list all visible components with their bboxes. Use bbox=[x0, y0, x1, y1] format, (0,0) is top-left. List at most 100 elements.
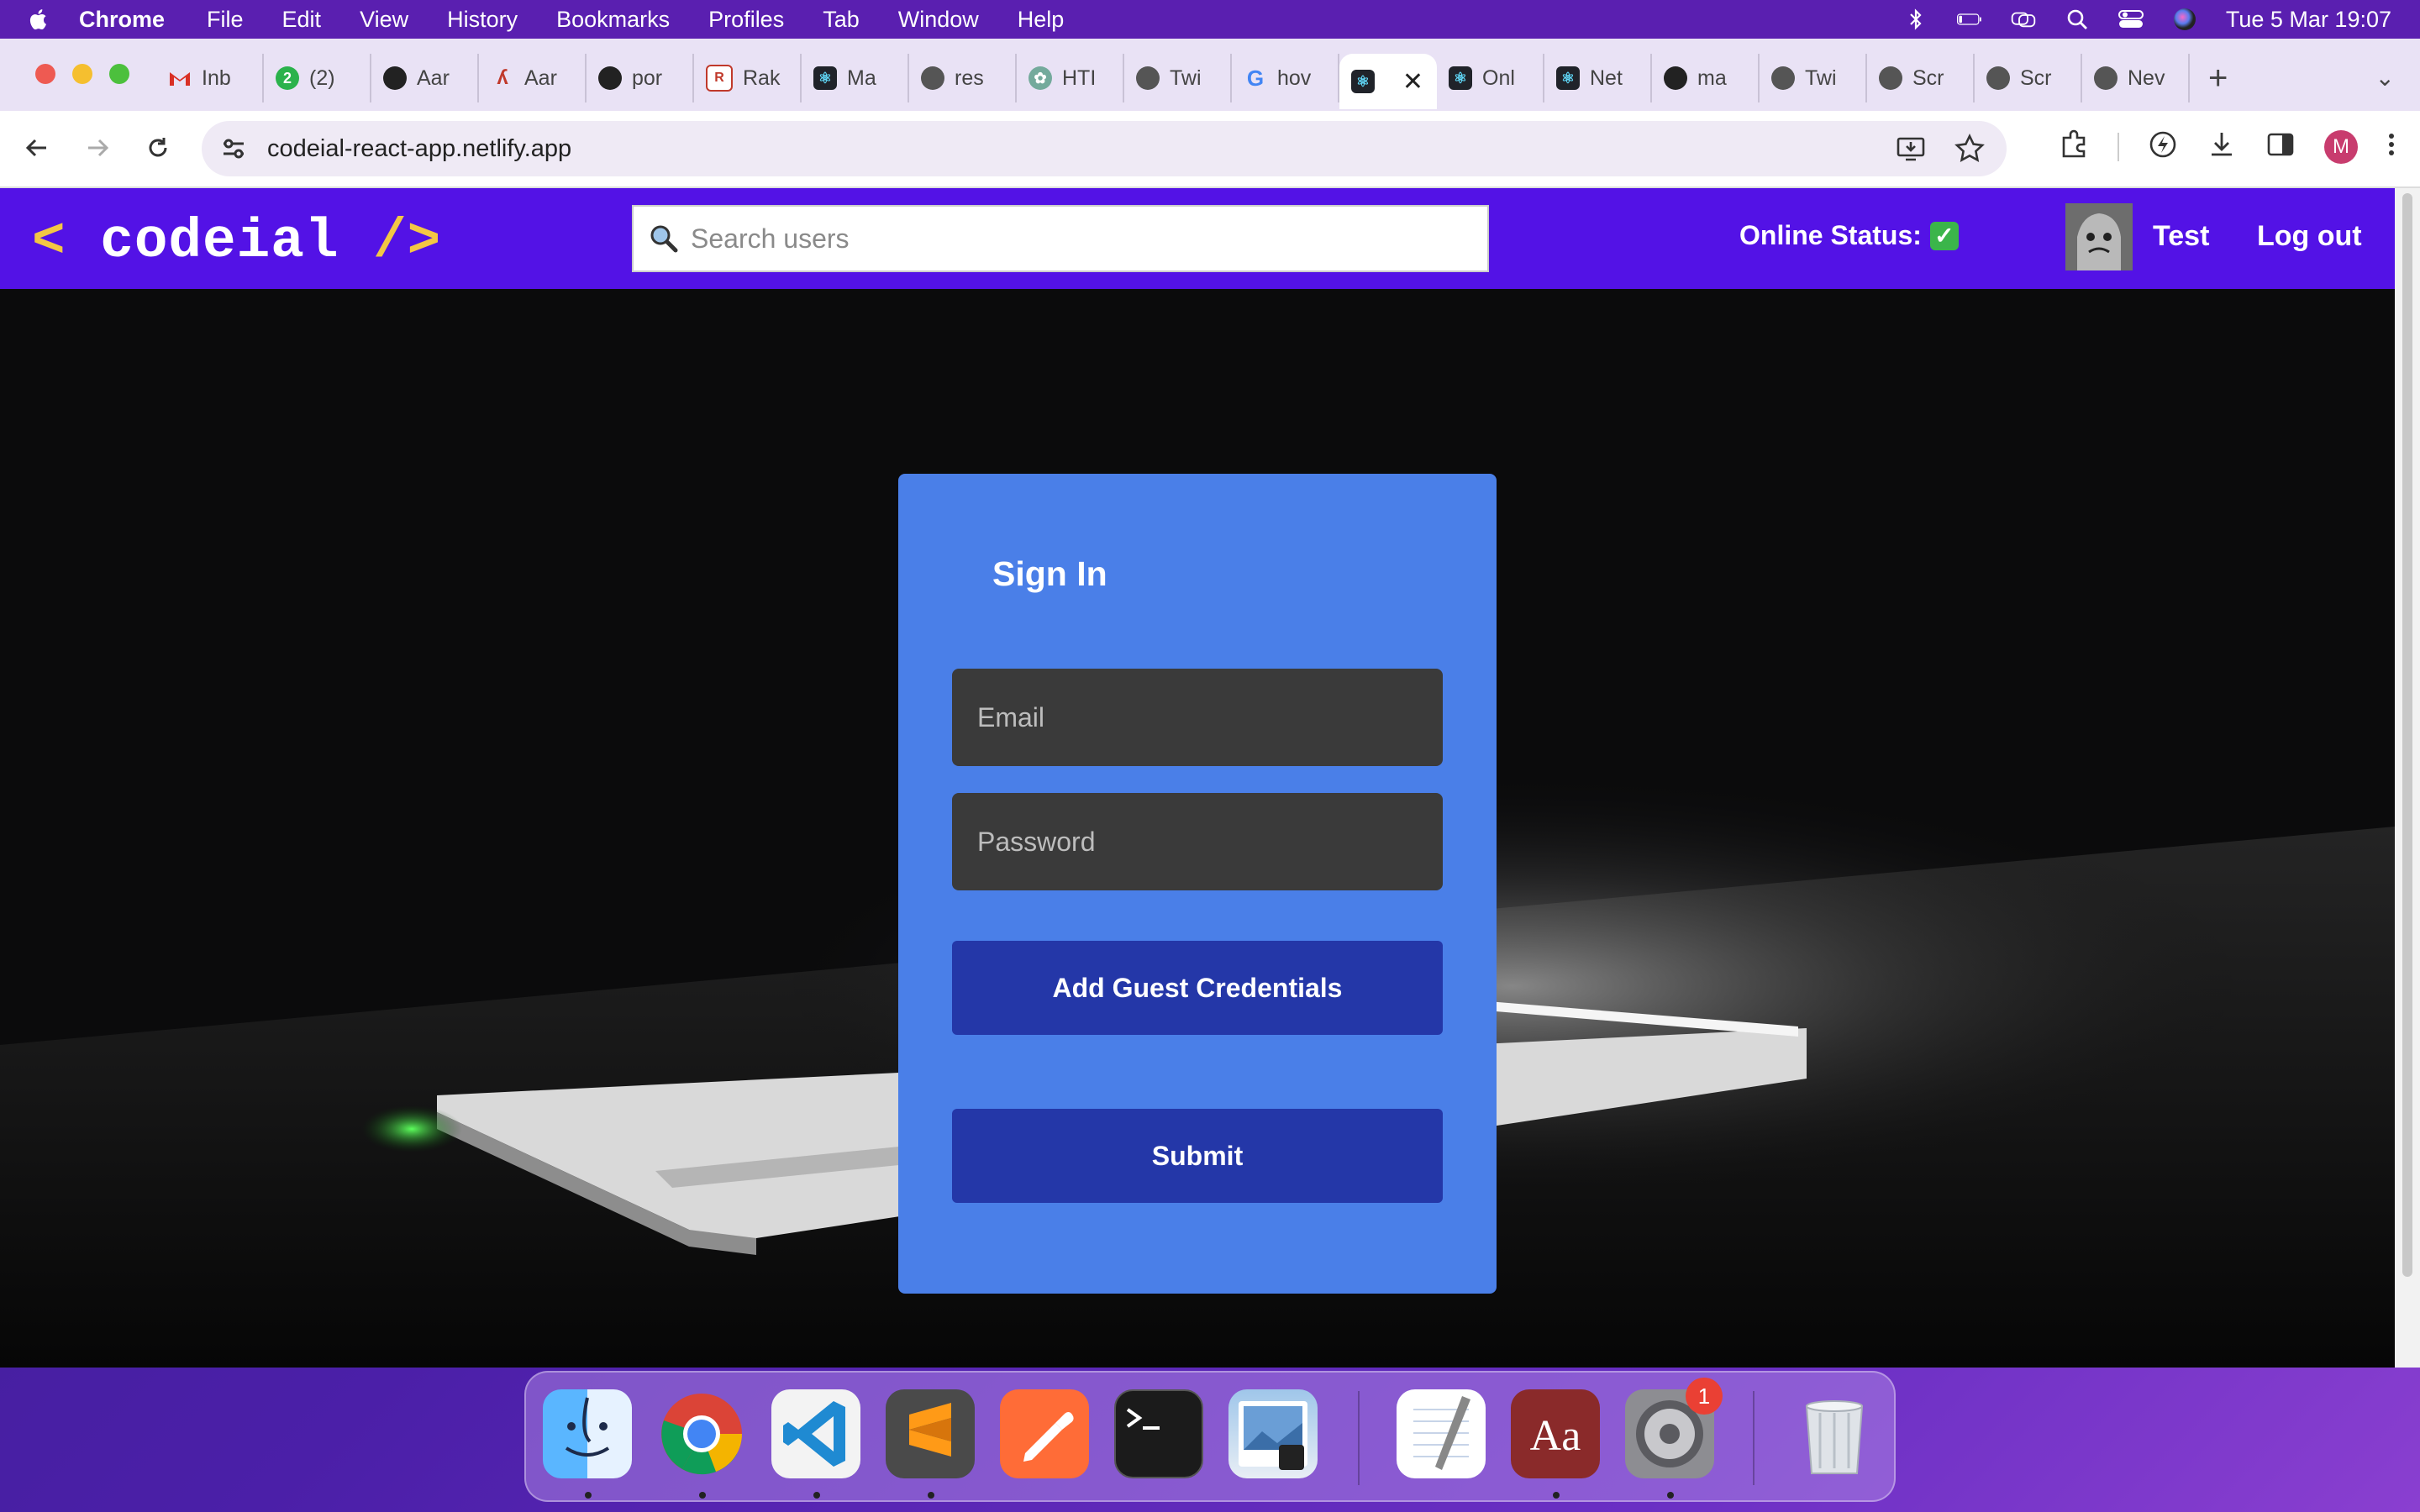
site-settings-icon[interactable] bbox=[218, 134, 249, 164]
browser-tab[interactable]: R Rak bbox=[694, 54, 802, 102]
menu-window[interactable]: Window bbox=[898, 7, 979, 33]
menu-history[interactable]: History bbox=[447, 7, 518, 33]
browser-tab[interactable]: Twi bbox=[1124, 54, 1232, 102]
install-app-icon[interactable] bbox=[1896, 134, 1926, 168]
maximize-window-button[interactable] bbox=[109, 64, 129, 84]
online-status: Online Status: ✓ bbox=[1739, 220, 1959, 251]
scrollbar-thumb[interactable] bbox=[2402, 193, 2412, 1277]
trash-icon[interactable] bbox=[1790, 1389, 1879, 1478]
running-indicator bbox=[1553, 1492, 1560, 1499]
screen-mirroring-icon[interactable] bbox=[2011, 9, 2036, 29]
username-label[interactable]: Test bbox=[2153, 220, 2209, 253]
browser-tab[interactable]: ⚛ Ma bbox=[802, 54, 909, 102]
siri-icon[interactable] bbox=[2172, 8, 2197, 30]
menubar-datetime[interactable]: Tue 5 Mar 19:07 bbox=[2226, 7, 2391, 33]
forward-icon[interactable] bbox=[81, 131, 114, 165]
browser-tab[interactable]: Aar bbox=[371, 54, 479, 102]
tab-search-chevron-icon[interactable]: ⌄ bbox=[2375, 64, 2395, 92]
menu-tab[interactable]: Tab bbox=[823, 7, 860, 33]
browser-tab[interactable]: Twi bbox=[1760, 54, 1867, 102]
menu-help[interactable]: Help bbox=[1018, 7, 1065, 33]
vscode-icon[interactable] bbox=[771, 1389, 860, 1478]
running-indicator bbox=[813, 1492, 820, 1499]
gmail-icon bbox=[168, 66, 192, 90]
browser-tab[interactable]: ʎ Aar bbox=[479, 54, 587, 102]
password-field[interactable] bbox=[952, 793, 1443, 890]
postman-icon[interactable] bbox=[1000, 1389, 1089, 1478]
side-panel-icon[interactable] bbox=[2265, 129, 2296, 164]
profile-avatar[interactable]: M bbox=[2324, 129, 2358, 164]
browser-tab[interactable]: ⚛ Onl bbox=[1437, 54, 1544, 102]
macos-dock: Aa 1 bbox=[524, 1371, 1896, 1502]
finder-icon[interactable] bbox=[543, 1389, 632, 1478]
search-users-input[interactable] bbox=[689, 222, 1449, 255]
github-icon bbox=[1664, 66, 1687, 90]
new-tab-button[interactable]: + bbox=[2208, 60, 2228, 97]
globe-icon bbox=[1136, 66, 1160, 90]
dictionary-icon[interactable]: Aa bbox=[1511, 1389, 1600, 1478]
menu-profiles[interactable]: Profiles bbox=[708, 7, 784, 33]
menu-view[interactable]: View bbox=[360, 7, 408, 33]
window-controls bbox=[35, 64, 129, 84]
globe-icon bbox=[1771, 66, 1795, 90]
check-mark-icon: ✓ bbox=[1929, 221, 1959, 250]
control-center-icon[interactable] bbox=[2118, 9, 2144, 29]
battery-icon[interactable] bbox=[1956, 9, 1982, 29]
close-tab-icon[interactable]: ✕ bbox=[1402, 67, 1423, 97]
browser-tab[interactable]: ma bbox=[1652, 54, 1760, 102]
downloads-icon[interactable] bbox=[2207, 129, 2237, 164]
dock-separator bbox=[1358, 1391, 1360, 1485]
github-icon bbox=[598, 66, 622, 90]
tab-list: Inb 2 (2) Aar ʎ Aar por R Rak ⚛ Ma res ✿ HTI … bbox=[156, 54, 2228, 109]
chrome-icon bbox=[2094, 66, 2118, 90]
browser-tab[interactable]: ⚛ Net bbox=[1544, 54, 1652, 102]
spotlight-search-icon[interactable] bbox=[2065, 9, 2090, 29]
browser-tab[interactable]: Scr bbox=[1867, 54, 1975, 102]
apple-icon[interactable] bbox=[29, 8, 47, 30]
close-window-button[interactable] bbox=[35, 64, 55, 84]
back-icon[interactable] bbox=[20, 131, 54, 165]
search-icon bbox=[650, 225, 678, 253]
performance-icon[interactable] bbox=[2148, 129, 2178, 164]
codeial-logo[interactable]: < codeial /> bbox=[32, 210, 441, 273]
logout-button[interactable]: Log out bbox=[2257, 220, 2362, 253]
chrome-icon[interactable] bbox=[657, 1389, 746, 1478]
browser-tab[interactable]: Scr bbox=[1975, 54, 2082, 102]
github-icon bbox=[383, 66, 407, 90]
browser-tab-active[interactable]: ⚛ ✕ bbox=[1339, 54, 1437, 109]
browser-tab[interactable]: por bbox=[587, 54, 694, 102]
menu-app-name[interactable]: Chrome bbox=[79, 7, 165, 33]
system-settings-icon[interactable]: 1 bbox=[1625, 1378, 1723, 1478]
chrome-menu-icon[interactable] bbox=[2386, 129, 2396, 164]
openai-icon: ✿ bbox=[1028, 66, 1052, 90]
reload-icon[interactable] bbox=[141, 131, 175, 165]
bluetooth-icon[interactable] bbox=[1903, 8, 1928, 30]
minimize-window-button[interactable] bbox=[72, 64, 92, 84]
browser-tab[interactable]: 2 (2) bbox=[264, 54, 371, 102]
react-icon: ⚛ bbox=[1449, 66, 1472, 90]
bookmark-star-icon[interactable] bbox=[1954, 133, 1985, 168]
browser-tab[interactable]: Inb bbox=[156, 54, 264, 102]
submit-button[interactable]: Submit bbox=[952, 1109, 1443, 1203]
react-icon: ⚛ bbox=[1556, 66, 1580, 90]
user-avatar[interactable] bbox=[2065, 203, 2133, 270]
address-bar[interactable]: codeial-react-app.netlify.app bbox=[202, 121, 2007, 176]
preview-icon[interactable] bbox=[1228, 1389, 1318, 1478]
menu-bookmarks[interactable]: Bookmarks bbox=[556, 7, 670, 33]
terminal-icon[interactable] bbox=[1114, 1389, 1203, 1478]
browser-tab[interactable]: res bbox=[909, 54, 1017, 102]
sublime-text-icon[interactable] bbox=[886, 1389, 975, 1478]
toolbar-divider bbox=[2118, 132, 2119, 161]
menu-edit[interactable]: Edit bbox=[282, 7, 322, 33]
email-field[interactable] bbox=[952, 669, 1443, 766]
url-text[interactable]: codeial-react-app.netlify.app bbox=[267, 135, 571, 163]
page-scrollbar[interactable] bbox=[2395, 188, 2420, 1368]
sign-in-card: Sign In Add Guest Credentials Submit bbox=[898, 474, 1497, 1294]
textedit-icon[interactable] bbox=[1397, 1389, 1486, 1478]
browser-tab[interactable]: Nev bbox=[2082, 54, 2190, 102]
browser-tab[interactable]: Ghov bbox=[1232, 54, 1339, 102]
add-guest-credentials-button[interactable]: Add Guest Credentials bbox=[952, 941, 1443, 1035]
extensions-icon[interactable] bbox=[2059, 129, 2089, 164]
browser-tab[interactable]: ✿ HTI bbox=[1017, 54, 1124, 102]
menu-file[interactable]: File bbox=[207, 7, 244, 33]
